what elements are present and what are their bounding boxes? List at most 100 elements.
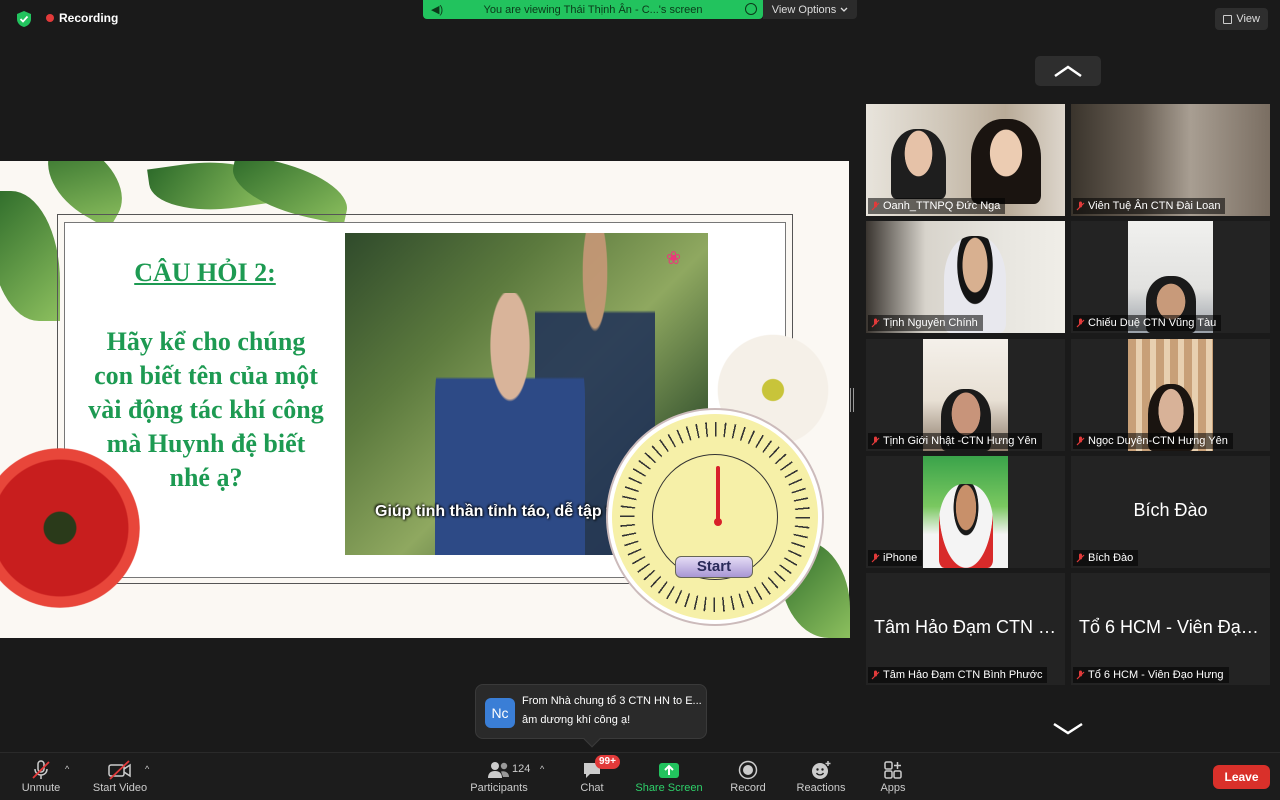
muted-mic-icon [1076,553,1085,562]
chevron-down-icon [1053,722,1083,735]
participant-display-name: Tâm Hảo Đạm CTN Bì... [874,617,1065,637]
video-options-chevron-icon[interactable]: ^ [145,764,149,774]
muted-mic-icon [1076,436,1085,445]
participant-video [891,129,946,199]
apps-button[interactable]: Apps [872,758,914,798]
reactions-label: Reactions [796,782,846,794]
participants-label: Participants [470,782,528,794]
muted-mic-icon [871,318,880,327]
share-screen-label: Share Screen [635,782,703,794]
participant-name-plate: Tịnh Nguyên Chính [868,315,983,331]
participant-name-plate: Tịnh Giới Nhật -CTN Hưng Yên [868,433,1042,449]
stopwatch-start-button[interactable]: Start [675,556,753,578]
participants-count: 124 [512,763,531,775]
start-video-button[interactable]: Start Video [88,758,152,798]
participant-name: Chiếu Duệ CTN Vũng Tàu [1088,317,1217,329]
participant-tile[interactable]: Bích Đào Bích Đào [1071,456,1270,568]
participant-name: Ngọc Duyên-CTN Hưng Yên [1088,435,1228,447]
chat-notification-message: âm dương khí công ạ! [522,714,631,726]
leaf-decoration [0,191,60,321]
muted-mic-icon [871,201,880,210]
question-title: CÂU HỎI 2: [134,258,276,287]
participant-display-name: Bích Đào [1133,500,1208,520]
participant-tile[interactable]: Chiếu Duệ CTN Vũng Tàu [1071,221,1270,333]
participant-tile[interactable]: Ngọc Duyên-CTN Hưng Yên [1071,339,1270,451]
start-video-label: Start Video [92,782,148,794]
participant-name: Oanh_TTNPQ Đức Nga [883,200,1001,212]
zoom-meeting-window: Recording ◀) You are viewing Thái Thịnh … [0,0,1280,800]
speaker-icon: ◀) [431,4,444,16]
video-off-icon [108,760,131,780]
unmute-label: Unmute [21,782,61,794]
participant-tile[interactable]: Tịnh Nguyên Chính [866,221,1065,333]
video-logo-icon: ❀ [666,248,682,268]
participant-name-plate: Bích Đào [1073,550,1139,566]
toast-pointer [583,730,601,748]
chevron-down-icon [840,7,848,12]
smiley-plus-icon [812,761,831,779]
muted-mic-icon [871,436,880,445]
chevron-up-icon [1054,65,1082,78]
muted-mic-icon [1076,670,1085,679]
chat-notification[interactable]: Nc From Nhà chung tổ 3 CTN HN to E... âm… [475,684,707,748]
muted-mic-icon [1076,318,1085,327]
view-button[interactable]: View [1215,8,1268,30]
participant-name-plate: Ngọc Duyên-CTN Hưng Yên [1073,433,1233,449]
record-button[interactable]: Record [726,758,770,798]
participant-name: Tịnh Giới Nhật -CTN Hưng Yên [883,435,1037,447]
question-line: con biết tên của một [94,361,318,390]
view-options-label: View Options [771,3,837,16]
participant-name-plate: iPhone [868,550,923,566]
gallery-page-up-button[interactable] [1035,56,1101,86]
record-label: Record [730,782,766,794]
participants-options-chevron-icon[interactable]: ^ [540,764,544,774]
unmute-button[interactable]: Unmute [18,758,64,798]
participant-name: Tâm Hảo Đạm CTN Bình Phước [883,669,1043,681]
share-screen-icon [659,763,679,778]
recording-indicator[interactable]: Recording [46,11,118,25]
stopwatch [608,410,822,624]
participant-name: Viên Tuệ Ân CTN Đài Loan [1088,200,1221,212]
participant-tile[interactable]: Viên Tuệ Ân CTN Đài Loan [1071,104,1270,216]
participant-tile[interactable]: iPhone [866,456,1065,568]
grid-view-icon [1223,14,1233,24]
audio-options-chevron-icon[interactable]: ^ [65,764,69,774]
viewing-screen-banner: ◀) You are viewing Thái Thịnh Ân - C...'… [423,0,763,19]
participant-name-plate: Tâm Hảo Đạm CTN Bình Phước [868,667,1048,683]
participant-name-plate: Oanh_TTNPQ Đức Nga [868,198,1006,214]
sender-avatar: Nc [485,698,515,728]
muted-mic-icon [1076,201,1085,210]
participant-video [939,484,993,568]
participant-tile[interactable]: Tâm Hảo Đạm CTN Bì... Tâm Hảo Đạm CTN Bì… [866,573,1065,685]
record-icon [738,760,758,780]
mic-muted-icon [32,760,50,779]
participant-name: Bích Đào [1088,552,1134,564]
apps-icon [884,761,902,779]
leave-button[interactable]: Leave [1213,765,1270,789]
record-dot-icon [46,14,54,22]
view-options-button[interactable]: View Options [763,0,857,19]
stopwatch-hand [716,466,720,522]
participant-tile[interactable]: Tịnh Giới Nhật -CTN Hưng Yên [866,339,1065,451]
question-line: vài động tác khí công [88,395,324,424]
share-screen-button[interactable]: Share Screen [632,758,706,798]
muted-mic-icon [871,553,880,562]
viewing-banner-text: You are viewing Thái Thịnh Ân - C...'s s… [483,3,703,16]
reactions-button[interactable]: Reactions [792,758,850,798]
apps-label: Apps [880,782,906,794]
stop-circle-icon[interactable] [745,3,757,15]
muted-mic-icon [871,670,880,679]
participant-name-plate: Chiếu Duệ CTN Vũng Tàu [1073,315,1222,331]
participant-name: Tổ 6 HCM - Viên Đạo Hưng [1088,669,1224,681]
resize-handle[interactable] [850,388,854,412]
chat-label: Chat [580,782,604,794]
participant-name: Tịnh Nguyên Chính [883,317,978,329]
security-shield-icon[interactable] [14,9,34,29]
gallery-page-down-button[interactable] [1048,716,1088,740]
question-line: Hãy kể cho chúng [106,327,306,356]
participant-tile[interactable]: Tổ 6 HCM - Viên Đạo... Tổ 6 HCM - Viên Đ… [1071,573,1270,685]
participant-name-plate: Tổ 6 HCM - Viên Đạo Hưng [1073,667,1229,683]
recording-label: Recording [59,11,119,25]
participant-tile[interactable]: Oanh_TTNPQ Đức Nga [866,104,1065,216]
chat-notification-sender: From Nhà chung tổ 3 CTN HN to E... [522,695,702,707]
